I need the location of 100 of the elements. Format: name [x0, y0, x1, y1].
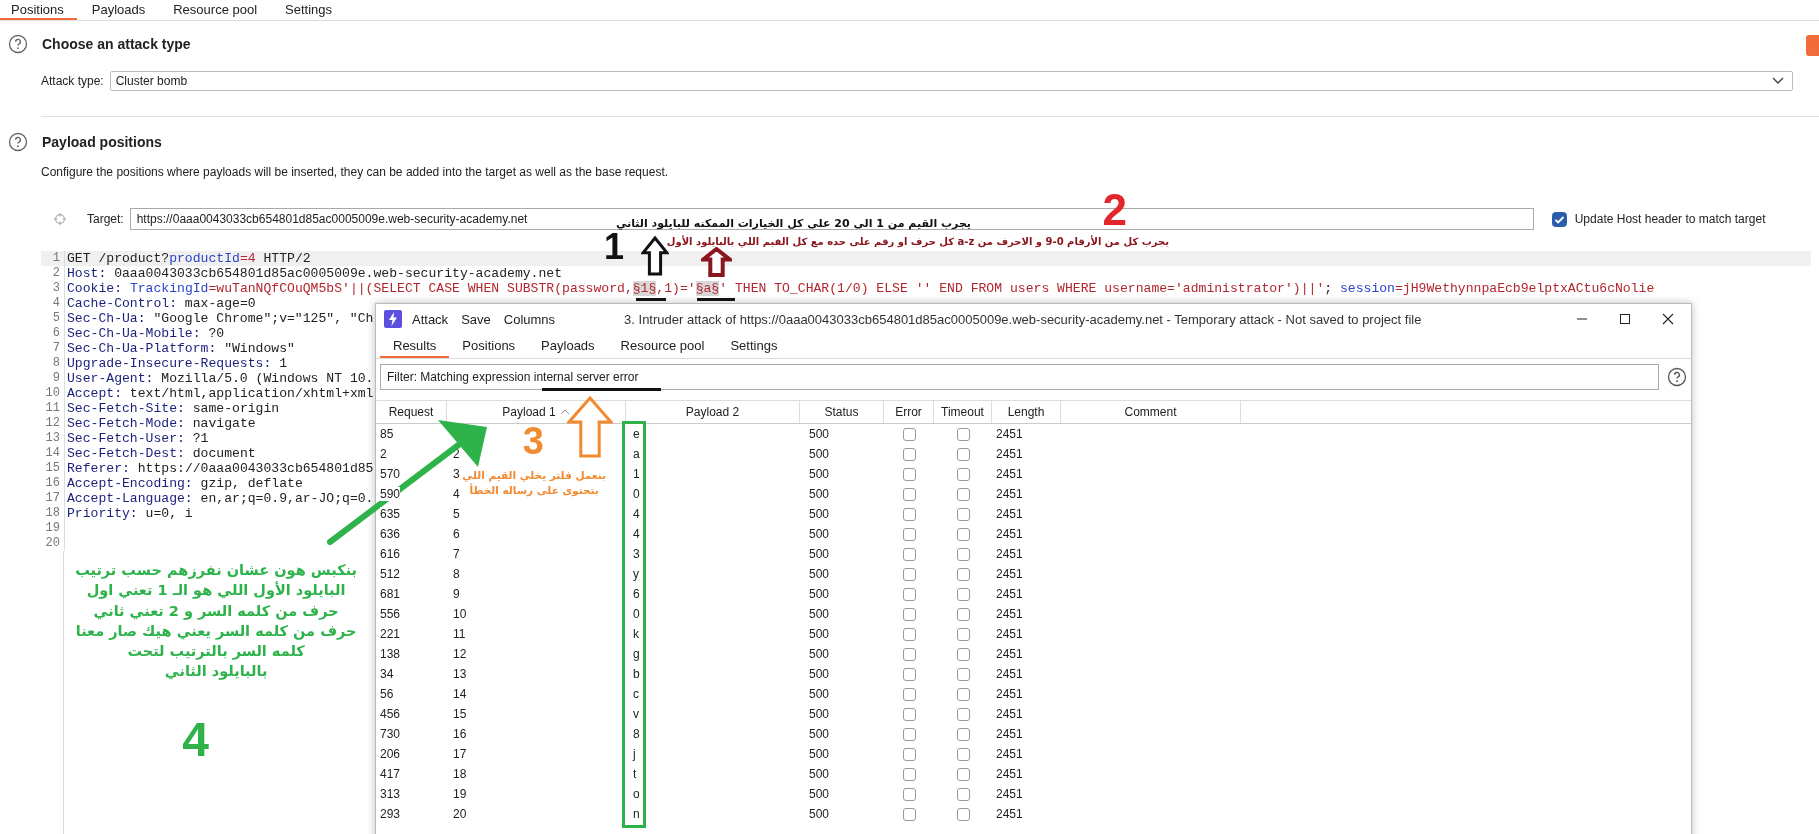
checkbox[interactable]	[956, 507, 970, 521]
checkbox[interactable]	[956, 587, 970, 601]
table-cell: 313	[380, 787, 401, 801]
checkbox[interactable]	[902, 707, 916, 721]
checkbox[interactable]	[1551, 211, 1567, 227]
checkbox[interactable]	[902, 527, 916, 541]
tab[interactable]: Results	[380, 334, 450, 358]
checkbox[interactable]	[902, 607, 916, 621]
section-title: Choose an attack type	[42, 36, 191, 52]
maximize-icon[interactable]	[1619, 313, 1631, 325]
line-number: 19	[41, 521, 65, 536]
checkbox[interactable]	[956, 667, 970, 681]
column-header[interactable]: Timeout	[934, 401, 992, 423]
checkbox[interactable]	[902, 467, 916, 481]
column-header[interactable]: Comment	[1061, 401, 1241, 423]
line-number: 6	[41, 326, 65, 341]
table-cell: 500	[809, 467, 830, 481]
column-header[interactable]: Length	[992, 401, 1061, 423]
checkbox[interactable]	[956, 467, 970, 481]
window-title: 3. Intruder attack of https://0aaa0043033cb654801d85ac0005009e.web-security-academy.net - Temporary attack - Not saved to project file	[624, 311, 1422, 327]
checkbox[interactable]	[902, 767, 916, 781]
table-cell: 2451	[996, 807, 1023, 821]
checkbox[interactable]	[902, 447, 916, 461]
table-cell: 500	[809, 567, 830, 581]
table-cell: y	[633, 567, 639, 581]
table-cell: 2451	[996, 507, 1023, 521]
checkbox[interactable]	[902, 747, 916, 761]
table-cell: 9	[453, 587, 460, 601]
attack-type-dropdown[interactable]: Cluster bomb	[109, 71, 1793, 91]
filter-bar[interactable]: Filter: Matching expression internal server error	[380, 364, 1660, 390]
checkbox[interactable]	[902, 687, 916, 701]
checkbox[interactable]	[956, 527, 970, 541]
tab[interactable]: Settings	[274, 0, 346, 20]
line-number: 8	[41, 356, 65, 371]
checkbox[interactable]	[956, 567, 970, 581]
menu-item[interactable]: Columns	[503, 311, 556, 327]
checkbox[interactable]	[902, 667, 916, 681]
code-line: Host: 0aaa0043033cb654801d85ac0005009e.web-security-academy.net	[66, 266, 563, 281]
checkbox[interactable]	[902, 587, 916, 601]
line-number: 16	[41, 476, 65, 491]
annotation-note: يجرب القيم من 1 الى 20 على كل الخيارات الممكنه للبايلود الثاني	[615, 216, 971, 232]
help-icon[interactable]	[8, 132, 28, 152]
checkbox[interactable]	[956, 487, 970, 501]
tab[interactable]: Payloads	[528, 334, 608, 358]
checkbox[interactable]	[956, 607, 970, 621]
up-arrow	[641, 236, 669, 276]
code-line: Accept-Language: en,ar;q=0.9,ar-JO;q=0.	[66, 491, 374, 506]
help-icon[interactable]	[8, 34, 28, 54]
table-cell: 3	[453, 467, 460, 481]
checkbox[interactable]	[956, 807, 970, 821]
code-line: Sec-Fetch-Dest: document	[66, 446, 256, 461]
table-cell: 2451	[996, 487, 1023, 501]
line-number: 18	[41, 506, 65, 521]
checkbox[interactable]	[902, 567, 916, 581]
step-number: 1	[603, 229, 624, 265]
checkbox[interactable]	[902, 507, 916, 521]
checkbox[interactable]	[956, 787, 970, 801]
checkbox[interactable]	[956, 447, 970, 461]
annotation-note: بنكبس هون عشان نفرزهم حسب ترتيب البايلود الأول اللي هو الـ 1 تعني اول حرف من كلمه السر و 2 تعني ثاني حرف من كلمه السر يعني هيك صار معنا كلمه السر بالترتيب لتحت بالبايلود الثاني	[75, 561, 357, 682]
table-cell: 19	[453, 787, 467, 801]
checkbox[interactable]	[902, 427, 916, 441]
line-number: 17	[41, 491, 65, 506]
checkbox[interactable]	[956, 767, 970, 781]
tab[interactable]: Payloads	[80, 0, 159, 20]
tab[interactable]: Positions	[449, 334, 529, 358]
checkbox[interactable]	[956, 427, 970, 441]
menu-item[interactable]: Attack	[412, 311, 449, 327]
table-cell: 681	[380, 587, 401, 601]
table-cell: 7	[453, 547, 460, 561]
help-icon[interactable]	[1667, 367, 1687, 387]
code-line: Upgrade-Insecure-Requests: 1	[66, 356, 287, 371]
table-cell: 0	[633, 607, 640, 621]
field-label: Attack type:	[41, 74, 104, 88]
checkbox[interactable]	[902, 647, 916, 661]
column-header[interactable]: Error	[884, 401, 934, 423]
close-icon[interactable]	[1662, 313, 1674, 325]
checkbox[interactable]	[956, 627, 970, 641]
table-cell: g	[633, 647, 640, 661]
line-number: 14	[41, 446, 65, 461]
checkbox[interactable]	[902, 487, 916, 501]
tab[interactable]: Settings	[717, 334, 791, 358]
checkbox[interactable]	[956, 547, 970, 561]
checkbox[interactable]	[956, 727, 970, 741]
column-header[interactable]: Status	[800, 401, 884, 423]
checkbox[interactable]	[902, 787, 916, 801]
column-header[interactable]: Payload 2	[626, 401, 800, 423]
table-cell: 616	[380, 547, 401, 561]
checkbox[interactable]	[956, 707, 970, 721]
checkbox[interactable]	[902, 627, 916, 641]
tab[interactable]: Positions	[0, 0, 77, 20]
menu-item[interactable]: Save	[461, 311, 491, 327]
tab[interactable]: Resource pool	[607, 334, 718, 358]
checkbox[interactable]	[902, 547, 916, 561]
checkbox[interactable]	[902, 807, 916, 821]
checkbox[interactable]	[956, 747, 970, 761]
checkbox[interactable]	[902, 727, 916, 741]
tab[interactable]: Resource pool	[162, 0, 271, 20]
checkbox[interactable]	[956, 647, 970, 661]
line-number: 7	[41, 341, 65, 356]
checkbox[interactable]	[956, 687, 970, 701]
